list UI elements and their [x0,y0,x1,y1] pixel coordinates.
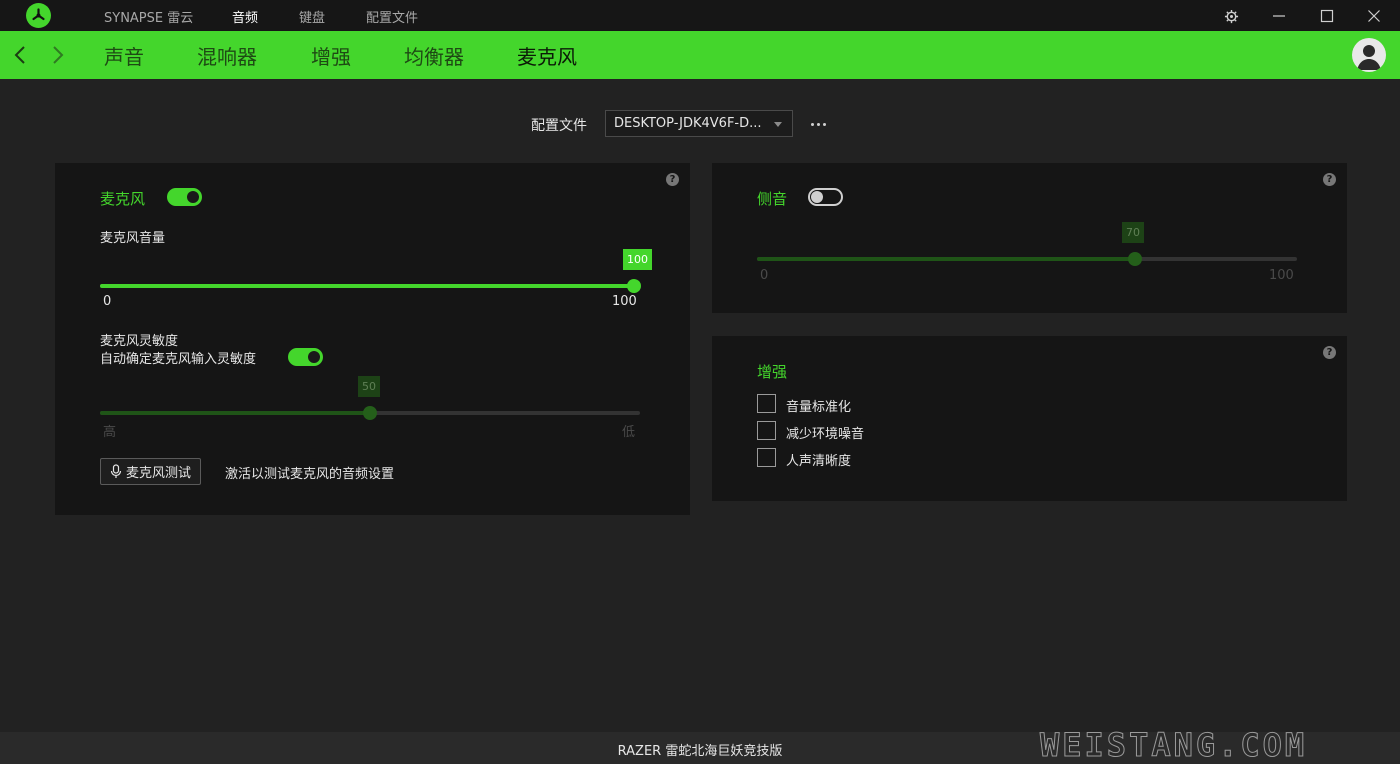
help-icon[interactable]: ? [1323,346,1336,359]
mic-volume-value: 100 [623,249,652,270]
microphone-toggle[interactable] [167,188,202,206]
enhance-title: 增强 [757,363,788,381]
tab-sound[interactable]: 声音 [104,41,144,70]
microphone-card: ? 麦克风 麦克风音量 100 0 100 麦克风灵敏度 自动确定麦克风输入灵敏… [55,163,690,515]
watermark: WEISTANG.COM [1039,726,1308,764]
mic-sensitivity-max: 低 [622,425,636,440]
tab-microphone[interactable]: 麦克风 [517,41,577,70]
tab-enhance[interactable]: 增强 [311,41,351,70]
close-icon[interactable] [1362,4,1386,28]
mic-sensitivity-thumb [363,406,377,420]
microphone-title: 麦克风 [100,190,146,208]
sidetone-max: 100 [1269,268,1294,283]
gear-icon[interactable] [1219,4,1243,28]
sidetone-toggle[interactable] [808,188,843,206]
tab-audio[interactable]: 音频 [232,7,258,26]
volume-normalization-label: 音量标准化 [786,400,852,415]
sidetone-value: 70 [1122,222,1144,243]
noise-reduction-checkbox[interactable] [757,421,776,440]
forward-arrow-icon[interactable] [48,43,68,67]
tab-profiles[interactable]: 配置文件 [366,7,418,26]
more-options-icon[interactable] [808,114,828,134]
sidetone-thumb [1128,252,1142,266]
mic-volume-max: 100 [612,294,637,309]
voice-clarity-label: 人声清晰度 [786,454,852,469]
mic-volume-fill [100,284,634,288]
volume-normalization-checkbox[interactable] [757,394,776,413]
mic-volume-slider[interactable] [100,279,641,293]
mic-volume-thumb[interactable] [627,279,641,293]
mic-sensitivity-fill [100,411,370,415]
sidetone-min: 0 [760,268,769,283]
voice-clarity-checkbox[interactable] [757,448,776,467]
mic-test-hint: 激活以测试麦克风的音频设置 [225,467,395,482]
mic-sensitivity-min: 高 [103,425,117,440]
maximize-icon[interactable] [1315,4,1339,28]
razer-logo-icon[interactable] [26,3,51,28]
help-icon[interactable]: ? [1323,173,1336,186]
tab-equalizer[interactable]: 均衡器 [404,41,464,70]
mic-volume-min: 0 [103,294,112,309]
back-arrow-icon[interactable] [10,43,30,67]
tab-keyboard[interactable]: 键盘 [299,7,325,26]
mic-volume-label: 麦克风音量 [100,231,166,246]
title-bar: SYNAPSE 雷云 音频 键盘 配置文件 [0,0,1400,31]
enhance-card: ? 增强 音量标准化 减少环境噪音 人声清晰度 [712,336,1347,501]
microphone-icon [110,464,122,478]
mic-test-label: 麦克风测试 [126,466,192,481]
sidetone-title: 侧音 [757,190,788,208]
sidetone-card: ? 侧音 70 0 100 [712,163,1347,313]
chevron-down-icon [774,122,782,127]
mic-sensitivity-value: 50 [358,376,380,397]
auto-sensitivity-toggle[interactable] [288,348,323,366]
auto-sensitivity-label: 自动确定麦克风输入灵敏度 [100,352,257,367]
mic-sensitivity-label: 麦克风灵敏度 [100,334,179,349]
sidetone-slider [757,252,1297,266]
mic-test-button[interactable]: 麦克风测试 [100,458,202,485]
nav-bar: 声音 混响器 增强 均衡器 麦克风 [0,31,1400,79]
help-icon[interactable]: ? [666,173,679,186]
profile-label: 配置文件 [531,118,587,134]
sidetone-fill [757,257,1135,261]
mic-sensitivity-slider [100,406,640,420]
app-name[interactable]: SYNAPSE 雷云 [104,7,193,26]
noise-reduction-label: 减少环境噪音 [786,427,865,442]
user-avatar-icon[interactable] [1352,38,1386,72]
profile-dropdown[interactable]: DESKTOP-JDK4V6F-D... [605,110,793,137]
profile-selected-value: DESKTOP-JDK4V6F-D... [614,116,762,131]
minimize-icon[interactable] [1267,4,1291,28]
tab-mixer[interactable]: 混响器 [197,41,257,70]
